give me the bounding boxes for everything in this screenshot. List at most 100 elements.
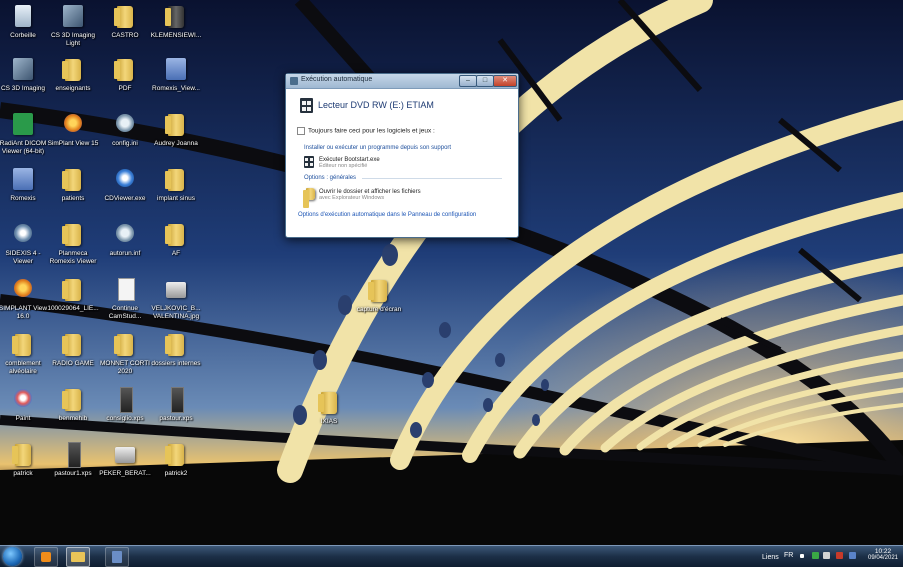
folder-icon bbox=[365, 276, 393, 304]
simplant-icon bbox=[9, 275, 37, 303]
desktop-icon[interactable]: enseignants bbox=[46, 55, 100, 93]
desktop-icon[interactable]: SimPlant View 15 bbox=[46, 110, 100, 148]
open-folder-sub: avec Explorateur Windows bbox=[319, 195, 385, 201]
desktop-icon-label: KLEMENSIEWI... bbox=[150, 32, 202, 39]
desktop-icon[interactable]: Romexis_View... bbox=[149, 55, 203, 93]
desktop-icon[interactable]: PDF bbox=[98, 55, 152, 93]
desktop-icon[interactable]: Romexis bbox=[0, 165, 50, 203]
links-toolbar-label[interactable]: Liens bbox=[762, 554, 779, 561]
desktop-icon[interactable]: comblement alvéolaire bbox=[0, 330, 50, 376]
autoplay-icon bbox=[290, 77, 298, 85]
desktop-icon[interactable]: 100029064_LIE... bbox=[46, 275, 100, 313]
image-file-icon bbox=[162, 275, 190, 303]
cdviewer-icon bbox=[111, 165, 139, 193]
desktop-icon[interactable]: SIDEXIS 4 - Viewer bbox=[0, 220, 50, 266]
section-install-label: Installer ou exécuter un programme depui… bbox=[304, 145, 452, 151]
folder-icon bbox=[162, 165, 190, 193]
language-indicator[interactable]: FR bbox=[784, 552, 793, 559]
desktop-icon-label: CDViewer.exe bbox=[104, 195, 146, 202]
desktop-icon-label: SIDEXIS 4 - Viewer bbox=[5, 250, 41, 265]
desktop-icon[interactable]: pastour.xps bbox=[149, 385, 203, 423]
desktop-icon[interactable]: pastour1.xps bbox=[46, 440, 100, 478]
dialog-titlebar[interactable]: Exécution automatique – □ ✕ bbox=[286, 74, 518, 89]
desktop-icon[interactable]: Continue CamStud... bbox=[98, 275, 152, 321]
action-center-flag-icon[interactable] bbox=[836, 552, 843, 559]
desktop-icon-label: Continue CamStud... bbox=[108, 305, 142, 320]
desktop-icon[interactable]: autorun.inf bbox=[98, 220, 152, 258]
desktop-icon-ixias[interactable]: IXIAS bbox=[302, 388, 356, 426]
desktop-icon[interactable]: MONNET CORTI 2020 bbox=[98, 330, 152, 376]
desktop-icon[interactable]: RadiAnt DICOM Viewer (64-bit) bbox=[0, 110, 50, 156]
folder-icon bbox=[59, 55, 87, 83]
show-hidden-icons-icon[interactable] bbox=[800, 554, 804, 558]
desktop-icon[interactable]: RADIO GAME bbox=[46, 330, 100, 368]
run-bootstart-option[interactable]: Exécuter Bootstart.exe Éditeur non spéci… bbox=[300, 155, 500, 172]
recycle-bin-icon bbox=[9, 2, 37, 30]
desktop-icon[interactable]: config.ini bbox=[98, 110, 152, 148]
always-do-this-row[interactable]: Toujours faire ceci pour les logiciels e… bbox=[297, 127, 435, 135]
desktop-icon-label: MONNET CORTI 2020 bbox=[100, 360, 150, 375]
section-install: Installer ou exécuter un programme depui… bbox=[304, 145, 451, 151]
desktop-icon-label: patients bbox=[61, 195, 85, 202]
start-button[interactable] bbox=[3, 547, 22, 566]
desktop-icon-label: Romexis bbox=[10, 195, 36, 202]
desktop-icon[interactable]: benmehib bbox=[46, 385, 100, 423]
desktop-icon[interactable]: CDViewer.exe bbox=[98, 165, 152, 203]
desktop-icon-label: RADIO GAME bbox=[52, 360, 94, 367]
folder-icon bbox=[111, 2, 139, 30]
desktop-icon[interactable]: Paint bbox=[0, 385, 50, 423]
folder-icon bbox=[59, 330, 87, 358]
desktop-icon-label: Paint bbox=[15, 415, 31, 422]
desktop-icon[interactable]: dossiers internes bbox=[149, 330, 203, 368]
desktop-icon[interactable]: SIMPLANT View 16.0 bbox=[0, 275, 50, 321]
folder-icon bbox=[9, 330, 37, 358]
folder-dark-icon bbox=[162, 2, 190, 30]
open-folder-text: Ouvrir le dossier et afficher les fichie… bbox=[319, 189, 421, 201]
desktop-icon[interactable]: CS 3D Imaging Light bbox=[46, 2, 100, 48]
minimize-button[interactable]: – bbox=[459, 75, 477, 87]
desktop-icon[interactable]: VELJKOVIC_B... VALENTINA.jpg bbox=[149, 275, 203, 321]
desktop-icon-label: capture d'écran bbox=[356, 306, 402, 313]
desktop-icon[interactable]: implant sinus bbox=[149, 165, 203, 203]
volume-icon[interactable] bbox=[823, 552, 830, 559]
open-folder-option[interactable]: Ouvrir le dossier et afficher les fichie… bbox=[300, 187, 500, 208]
folder-icon bbox=[59, 220, 87, 248]
autoplay-control-panel-link[interactable]: Options d'exécution automatique dans le … bbox=[298, 212, 476, 218]
romexis-taskbar-icon[interactable] bbox=[105, 547, 129, 567]
desktop-icon[interactable]: Audrey Joanna bbox=[149, 110, 203, 148]
media-player-taskbar-icon[interactable] bbox=[34, 547, 58, 567]
folder-icon bbox=[59, 385, 87, 413]
desktop-icon-label: PDF bbox=[118, 85, 132, 92]
desktop-icon-label: benmehib bbox=[58, 415, 88, 422]
maximize-button[interactable]: □ bbox=[476, 75, 494, 87]
desktop-icon[interactable]: KLEMENSIEWI... bbox=[149, 2, 203, 40]
desktop-icon[interactable]: patrick2 bbox=[149, 440, 203, 478]
desktop-icon-label: pastour1.xps bbox=[54, 470, 92, 477]
desktop-icon[interactable]: Planmeca Romexis Viewer bbox=[46, 220, 100, 266]
desktop-icon[interactable]: patrick bbox=[0, 440, 50, 478]
desktop-icon[interactable]: CASTRO bbox=[98, 2, 152, 40]
desktop-icon-label: CASTRO bbox=[111, 32, 139, 39]
desktop-icon-capture-ecran[interactable]: capture d'écran bbox=[352, 276, 406, 314]
desktop-icon[interactable]: CS 3D Imaging bbox=[0, 55, 50, 93]
desktop-icon-label: RadiAnt DICOM Viewer (64-bit) bbox=[0, 140, 47, 155]
desktop-icon[interactable]: patients bbox=[46, 165, 100, 203]
folder-icon bbox=[162, 440, 190, 468]
desktop-icon[interactable]: Corbeille bbox=[0, 2, 50, 40]
xps-file-icon bbox=[162, 385, 190, 413]
close-button[interactable]: ✕ bbox=[493, 75, 517, 87]
document-icon bbox=[111, 275, 139, 303]
image-file-icon bbox=[111, 440, 139, 468]
desktop-icon[interactable]: AF bbox=[149, 220, 203, 258]
display-icon[interactable] bbox=[849, 552, 856, 559]
desktop-icon[interactable]: PEKER_BERAT... bbox=[98, 440, 152, 478]
always-do-this-checkbox[interactable] bbox=[297, 127, 305, 135]
desktop-icon[interactable]: consiglio.xps bbox=[98, 385, 152, 423]
desktop-icon-label: CS 3D Imaging bbox=[0, 85, 46, 92]
folder-icon bbox=[315, 388, 343, 416]
clock[interactable]: 10:22 09/04/2021 bbox=[866, 548, 900, 561]
network-icon[interactable] bbox=[812, 552, 819, 559]
desktop-icon-label: IXIAS bbox=[320, 418, 338, 425]
explorer-taskbar-icon[interactable] bbox=[66, 547, 90, 567]
desktop-icon-label: implant sinus bbox=[157, 195, 195, 202]
